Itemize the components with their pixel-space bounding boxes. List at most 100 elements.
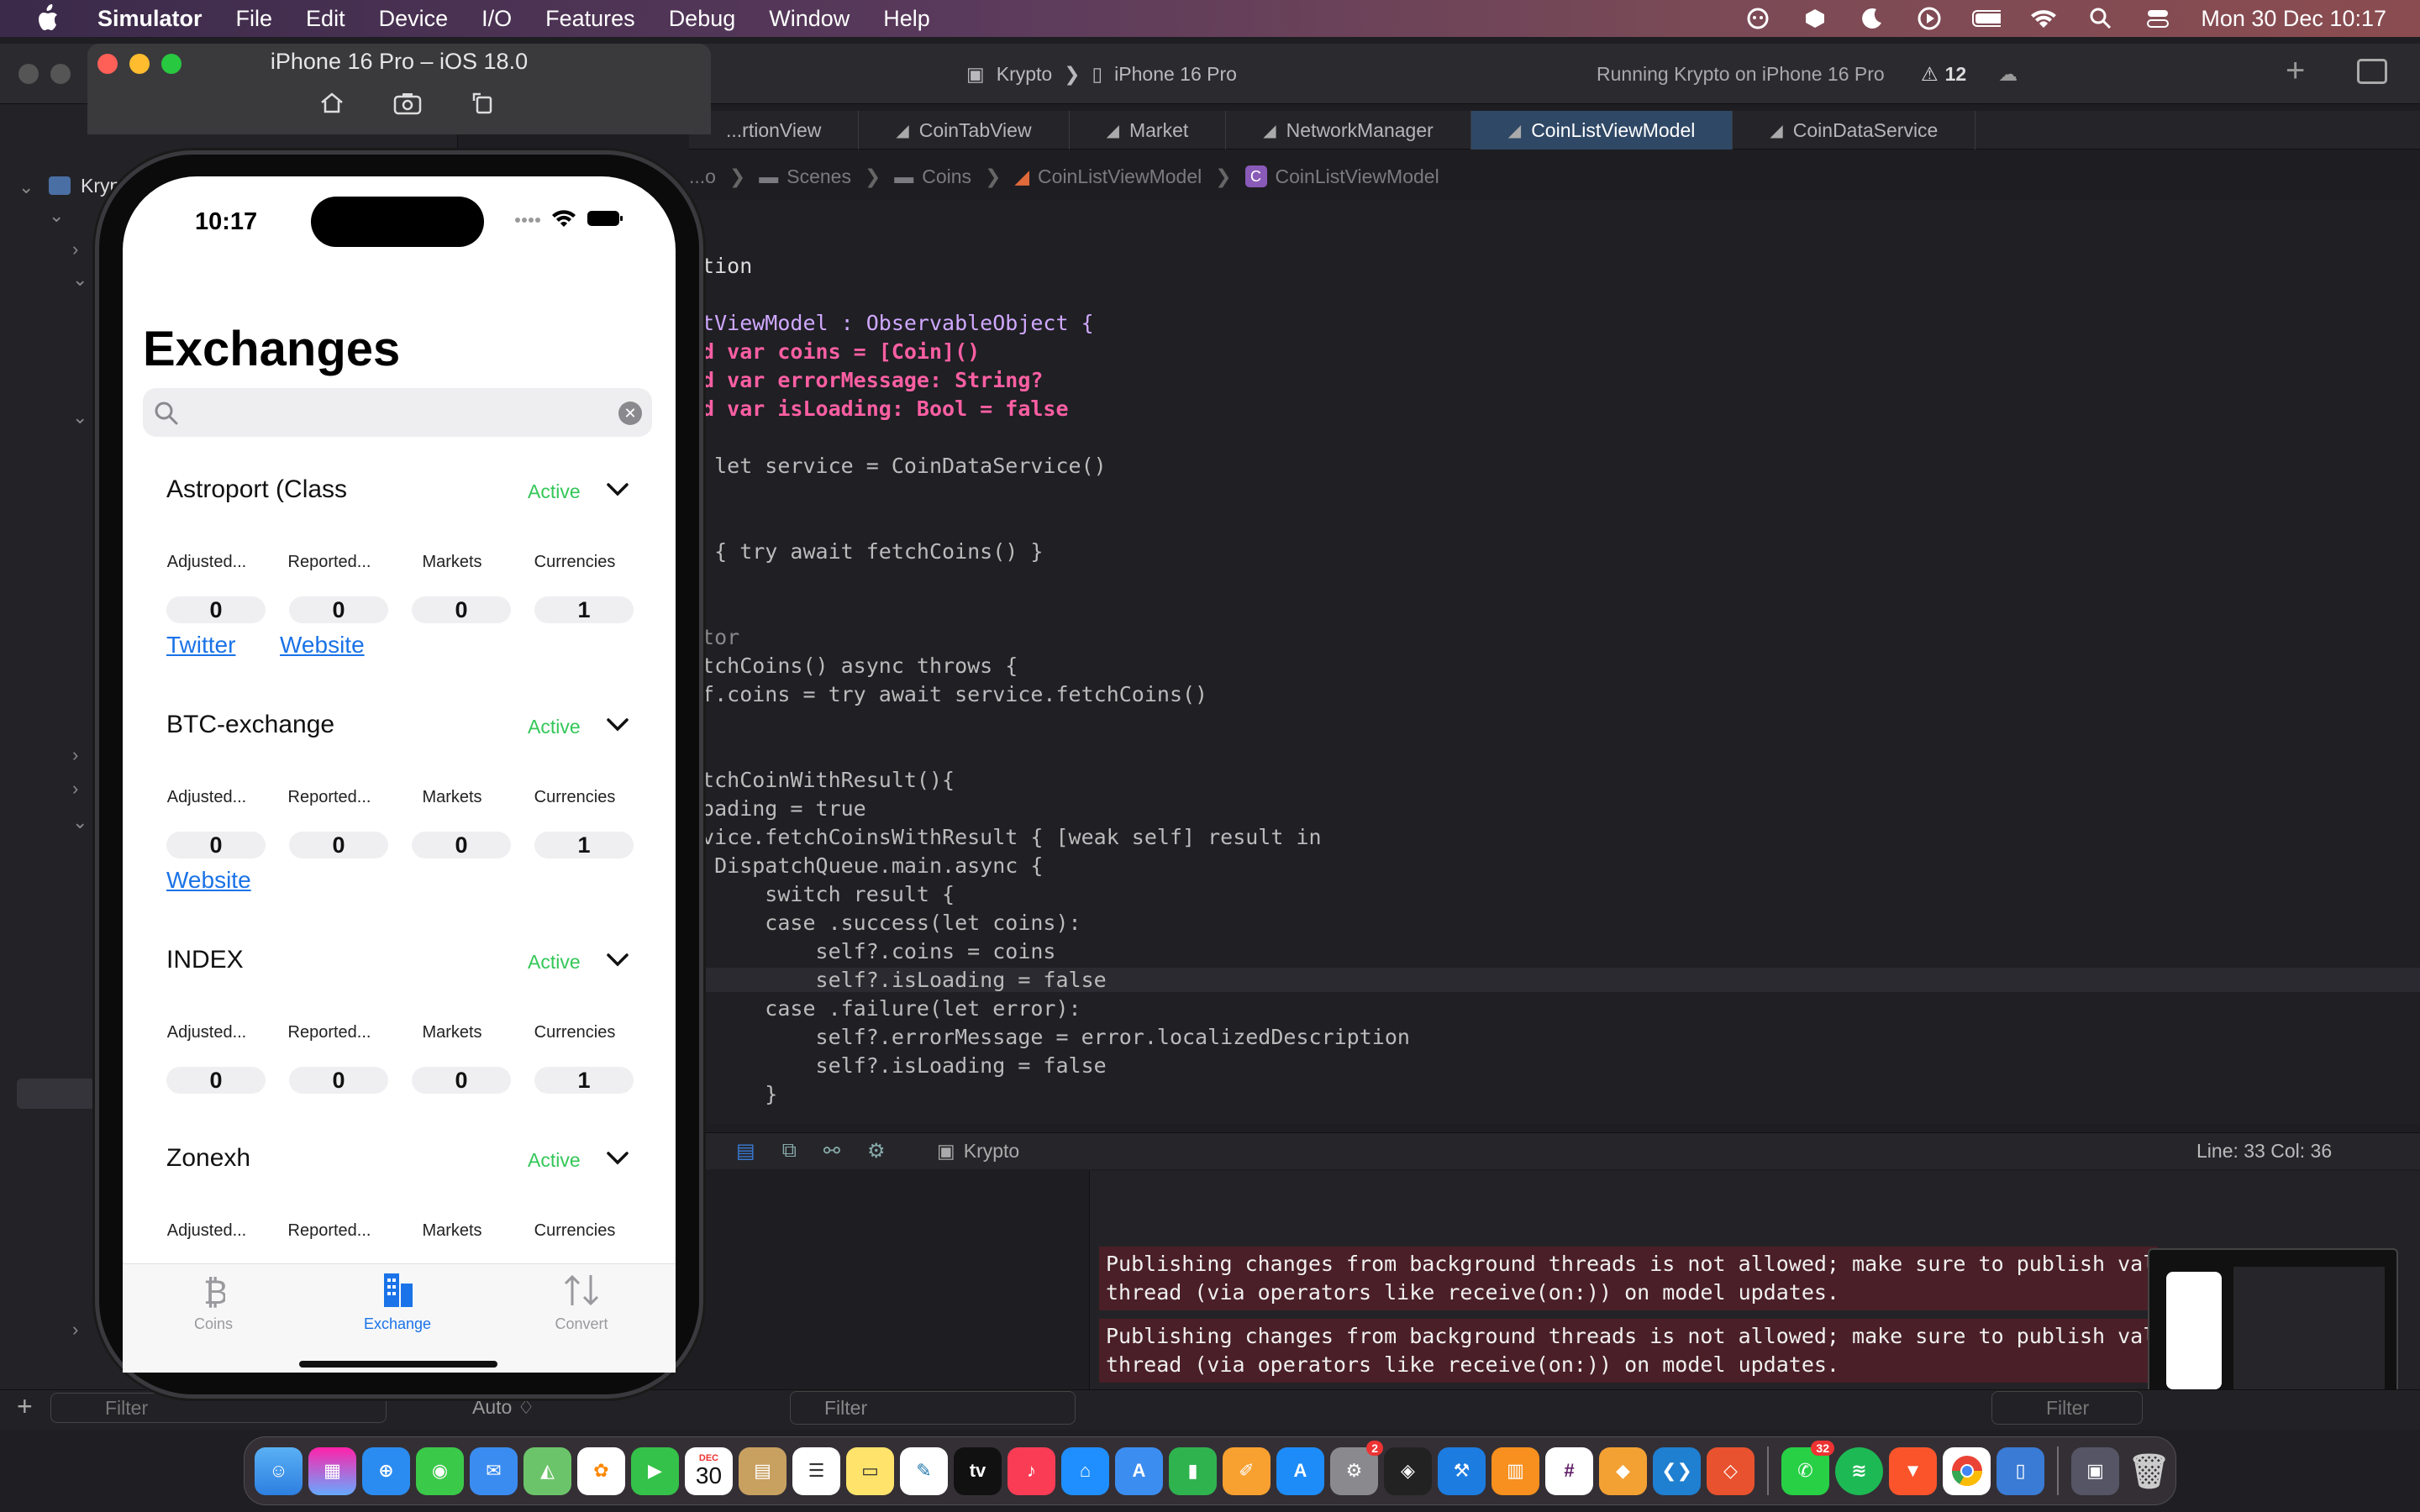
wifi-icon[interactable]	[2029, 4, 2058, 33]
copilot-status-icon[interactable]	[1744, 4, 1772, 33]
tab-convert[interactable]: Convert	[514, 1272, 649, 1333]
selected-file-row[interactable]	[17, 1079, 101, 1109]
disclosure-chevron-icon[interactable]: ⌄	[72, 269, 87, 291]
chrome-icon[interactable]	[1943, 1446, 1991, 1495]
tab-market[interactable]: ◢ Market	[1070, 111, 1227, 150]
tab-assertion-view[interactable]: ...rtionView	[689, 111, 860, 150]
menu-features[interactable]: Features	[529, 0, 652, 37]
maps-icon[interactable]: ◭	[523, 1446, 571, 1495]
books-icon[interactable]: ▥	[1491, 1446, 1539, 1495]
messages-icon[interactable]: ◉	[416, 1446, 464, 1495]
settings-icon[interactable]: ⚙ 2	[1330, 1440, 1383, 1495]
tab-coin-tab-view[interactable]: ◢ CoinTabView	[859, 111, 1070, 150]
breadcrumb-item[interactable]: ▬ Coins	[894, 165, 971, 188]
tab-network-manager[interactable]: ◢ NetworkManager	[1226, 111, 1471, 150]
menu-window[interactable]: Window	[752, 0, 866, 37]
chevron-down-icon[interactable]	[605, 1146, 630, 1171]
tab-coin-list-view-model[interactable]: ◢ CoinListViewModel	[1470, 111, 1733, 150]
tab-coin-data-service[interactable]: ◢ CoinDataService	[1733, 111, 1976, 150]
launchpad-icon[interactable]: ▦	[308, 1446, 356, 1495]
variables-scope-selector[interactable]: Auto ♢	[472, 1396, 534, 1419]
debug-toggle-icon[interactable]: ▤	[736, 1139, 755, 1163]
battery-icon[interactable]	[1972, 4, 2002, 33]
search-input[interactable]	[188, 391, 608, 433]
link-website[interactable]: Website	[280, 632, 365, 659]
xcode-close-button[interactable]	[18, 64, 39, 84]
rotate-icon[interactable]	[471, 91, 496, 120]
preview-icon[interactable]: ▣	[2071, 1446, 2119, 1495]
navigator-filter-input[interactable]: Filter	[50, 1393, 387, 1423]
calendar-icon[interactable]: DEC 30	[685, 1446, 733, 1495]
spotify-icon[interactable]: ≋	[1835, 1446, 1883, 1495]
stickies-icon[interactable]: ▭	[846, 1446, 894, 1495]
instruments-icon[interactable]: A	[1115, 1446, 1163, 1495]
chevron-down-icon[interactable]	[605, 477, 630, 502]
memory-graph-icon[interactable]: ⚯	[823, 1139, 840, 1163]
trash-icon[interactable]: 🗑	[2125, 1447, 2173, 1495]
menu-help[interactable]: Help	[866, 0, 947, 37]
cube-status-icon[interactable]	[1801, 4, 1829, 33]
menu-app-simulator[interactable]: Simulator	[89, 0, 219, 37]
scheme-device[interactable]: iPhone 16 Pro	[1114, 63, 1237, 86]
facetime-icon[interactable]: ▶	[631, 1446, 679, 1495]
disclosure-chevron-icon[interactable]: ⌄	[18, 176, 34, 198]
menu-edit[interactable]: Edit	[289, 0, 362, 37]
simulator-icon[interactable]: ▯	[1996, 1446, 2044, 1495]
breadcrumb-item[interactable]: ▬ Scenes	[759, 165, 851, 188]
debug-target[interactable]: ▣ Krypto	[937, 1140, 1019, 1163]
sketch-icon[interactable]: ◆	[1599, 1446, 1647, 1495]
home-indicator[interactable]	[299, 1361, 497, 1368]
tab-exchange[interactable]: Exchange	[330, 1272, 465, 1333]
code-editor[interactable]: ation stViewModel : ObservableObject { e…	[689, 200, 2420, 1124]
breadcrumb-item[interactable]: ◢ CoinListViewModel	[1014, 165, 1202, 188]
tv-icon[interactable]: tv	[954, 1446, 1002, 1495]
breadcrumb-item[interactable]: ...o	[689, 165, 716, 188]
disclosure-chevron-icon[interactable]: ›	[72, 1319, 78, 1341]
add-file-button[interactable]: +	[17, 1391, 33, 1422]
chevron-down-icon[interactable]	[605, 712, 630, 738]
menubar-clock[interactable]: Mon 30 Dec 10:17	[2201, 6, 2386, 32]
finder-icon[interactable]: ☺	[255, 1446, 302, 1495]
disclosure-chevron-icon[interactable]: ›	[72, 744, 78, 766]
scheme-project[interactable]: Krypto	[997, 63, 1052, 86]
pages-icon[interactable]: ✐	[1223, 1446, 1270, 1495]
variables-filter-input[interactable]: Filter	[790, 1391, 1076, 1425]
reminders-icon[interactable]: ☰	[792, 1446, 840, 1495]
menu-device[interactable]: Device	[362, 0, 466, 37]
music-icon[interactable]: ♪	[1007, 1446, 1055, 1495]
moon-icon[interactable]	[1858, 4, 1886, 33]
mail-icon[interactable]: ✉	[470, 1446, 518, 1495]
screen-thumbnail[interactable]	[2148, 1248, 2398, 1408]
menu-io[interactable]: I/O	[465, 0, 529, 37]
keynote-icon[interactable]: ⌂	[1061, 1446, 1109, 1495]
appstore-icon[interactable]: A	[1276, 1446, 1324, 1495]
link-twitter[interactable]: Twitter	[166, 632, 235, 659]
spotlight-search-icon[interactable]	[2086, 4, 2115, 33]
disclosure-chevron-icon[interactable]: ⌄	[49, 205, 64, 227]
git-icon[interactable]: ◇	[1707, 1446, 1754, 1495]
control-center-icon[interactable]	[2144, 4, 2172, 33]
disclosure-chevron-icon[interactable]: ⌄	[72, 811, 87, 833]
view-hierarchy-icon[interactable]: ⧉	[782, 1139, 797, 1163]
apple-menu-icon[interactable]	[30, 2, 64, 35]
xcode-icon[interactable]: ⚒	[1438, 1446, 1486, 1495]
numbers-icon[interactable]: ▮	[1169, 1446, 1217, 1495]
home-icon[interactable]	[319, 91, 345, 120]
slack-icon[interactable]: #	[1545, 1446, 1593, 1495]
disclosure-chevron-icon[interactable]: ⌄	[72, 407, 87, 428]
notes-icon[interactable]: ▤	[739, 1446, 786, 1495]
add-tab-button[interactable]: +	[2286, 52, 2305, 90]
freeform-icon[interactable]: ✎	[900, 1446, 948, 1495]
chevron-down-icon[interactable]	[605, 948, 630, 973]
clear-search-icon[interactable]: ✕	[618, 402, 642, 425]
figma-icon[interactable]: ◈	[1384, 1446, 1432, 1495]
disclosure-chevron-icon[interactable]: ›	[72, 239, 78, 260]
safari-icon[interactable]: ⊕	[362, 1446, 410, 1495]
console-filter-input[interactable]: Filter	[1991, 1391, 2143, 1425]
menu-debug[interactable]: Debug	[652, 0, 753, 37]
whatsapp-icon[interactable]: ✆ 32	[1781, 1440, 1834, 1495]
link-website[interactable]: Website	[166, 867, 251, 894]
warning-indicator[interactable]: ⚠ 12 ☁	[1921, 57, 2018, 91]
scheme-selector[interactable]: ▣ Krypto ❯ ▯ iPhone 16 Pro	[966, 59, 1237, 89]
breadcrumb-item[interactable]: C CoinListViewModel	[1244, 165, 1439, 188]
